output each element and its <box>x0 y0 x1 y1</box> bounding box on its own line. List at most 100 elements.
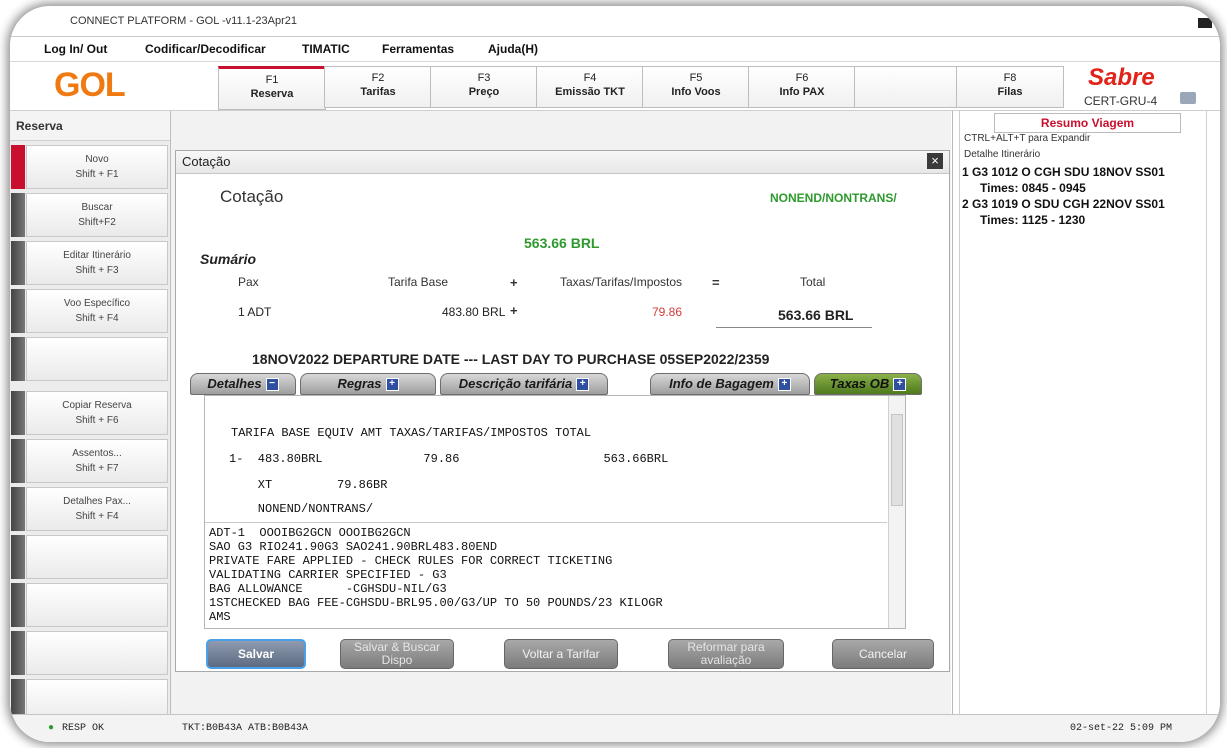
button-label: Salvar & Buscar Dispo <box>353 640 441 667</box>
tab-tarifas[interactable]: F2 Tarifas <box>324 66 432 108</box>
sidebar-item-novo[interactable]: Novo Shift + F1 <box>11 145 168 189</box>
itinerary-subtitle: Detalhe Itinerário <box>964 149 1041 160</box>
back-to-pricing-button[interactable]: Voltar a Tarifar <box>504 639 618 669</box>
tab-regras[interactable]: Regras + <box>300 373 436 395</box>
row-total: 563.66 BRL <box>778 307 854 323</box>
app-window: CONNECT PLATFORM - GOL -v11.1-23Apr21 Lo… <box>10 6 1220 742</box>
sidebar-item-shortcut: Shift + F1 <box>75 169 119 180</box>
fkey-code: F1 <box>265 74 279 86</box>
menu-ferramentas[interactable]: Ferramentas <box>382 42 454 56</box>
row-taxes: 79.86 <box>652 305 683 319</box>
menu-codificar[interactable]: Codificar/Decodificar <box>145 42 266 56</box>
detail-line: ADT-1 OOOIBG2GCN OOOIBG2GCN <box>209 526 411 540</box>
sidebar-item-label: Assentos... <box>72 448 122 459</box>
sidebar-item-detalhes-pax[interactable]: Detalhes Pax... Shift + F4 <box>11 487 168 531</box>
menu-timatic[interactable]: TIMATIC <box>302 42 350 56</box>
fkey-label: Info PAX <box>779 86 825 98</box>
button-label: Voltar a Tarifar <box>522 646 600 661</box>
segment-times: Times: 1125 - 1230 <box>980 213 1086 227</box>
tab-descricao-tarifaria[interactable]: Descrição tarifária + <box>440 373 608 395</box>
row-base: 483.80 BRL <box>442 305 506 319</box>
button-label: Cancelar <box>858 646 908 661</box>
dialog-title: Cotação <box>182 154 231 169</box>
save-and-search-button[interactable]: Salvar & Buscar Dispo <box>340 639 454 669</box>
gol-logo: GOL <box>54 66 126 104</box>
sidebar-item-empty[interactable] <box>11 337 168 381</box>
vertical-scrollbar[interactable] <box>888 396 905 628</box>
tab-taxas-ob[interactable]: Taxas OB + <box>814 373 922 395</box>
fkey-code: F2 <box>371 72 385 84</box>
fkey-code: F8 <box>1003 72 1017 84</box>
sidebar-item-shortcut: Shift + F7 <box>75 463 119 474</box>
sidebar-item-shortcut: Shift + F4 <box>75 313 119 324</box>
reformat-button[interactable]: Reformar para avaliação <box>668 639 784 669</box>
datetime: 02-set-22 5:09 PM <box>1070 723 1173 734</box>
ticket-status: TKT:B0B43A ATB:B0B43A <box>182 723 309 734</box>
fare-line: NONEND/NONTRANS/ <box>229 502 374 516</box>
window-control-icon[interactable] <box>1198 18 1212 28</box>
status-bar: ● RESP OK TKT:B0B43A ATB:B0B43A 02-set-2… <box>10 714 1220 742</box>
sidebar-title: Reserva <box>10 111 170 141</box>
fkey-label: Preço <box>468 86 500 98</box>
restriction-label: NONEND/NONTRANS/ <box>770 191 897 205</box>
sidebar-item-empty[interactable] <box>11 535 168 579</box>
sidebar-item-shortcut: Shift + F6 <box>75 415 119 426</box>
fkey-label: Reserva <box>250 88 294 100</box>
segment-line[interactable]: 2 G3 1019 O SDU CGH 22NOV SS01 <box>962 197 1165 211</box>
fkey-code: F5 <box>689 72 703 84</box>
summary-title[interactable]: Resumo Viagem <box>994 113 1181 133</box>
col-pax: Pax <box>238 275 259 289</box>
sidebar-item-empty[interactable] <box>11 583 168 627</box>
collapse-icon: − <box>265 378 279 392</box>
close-icon[interactable]: × <box>927 153 943 169</box>
tab-info-bagagem[interactable]: Info de Bagagem + <box>650 373 810 395</box>
dialog-titlebar: Cotação × <box>176 151 949 174</box>
detail-line: BAG ALLOWANCE -CGHSDU-NIL/G3 <box>209 582 447 596</box>
equals-sign: = <box>712 275 720 290</box>
sidebar-item-label: Copiar Reserva <box>62 400 132 411</box>
sidebar-item-empty[interactable] <box>11 631 168 675</box>
save-button[interactable]: Salvar <box>206 639 306 669</box>
section-divider <box>205 522 887 523</box>
trip-summary-panel: Resumo Viagem CTRL+ALT+T para Expandir D… <box>952 111 1220 742</box>
sidebar-item-label: Novo <box>85 154 109 165</box>
row-pax: 1 ADT <box>238 305 272 319</box>
tab-filas[interactable]: F8 Filas <box>956 66 1064 108</box>
grand-total: 563.66 BRL <box>524 235 600 251</box>
tab-info-pax[interactable]: F6 Info PAX <box>748 66 856 108</box>
cancel-button[interactable]: Cancelar <box>832 639 934 669</box>
tab-label: Detalhes <box>207 376 262 391</box>
sidebar-item-copiar-reserva[interactable]: Copiar Reserva Shift + F6 <box>11 391 168 435</box>
trip-summary-inner: Resumo Viagem CTRL+ALT+T para Expandir D… <box>959 111 1207 742</box>
sidebar-item-label: Voo Específico <box>63 298 131 309</box>
segment-line[interactable]: 1 G3 1012 O CGH SDU 18NOV SS01 <box>962 165 1165 179</box>
detail-line: PRIVATE FARE APPLIED - CHECK RULES FOR C… <box>209 554 613 568</box>
tab-detalhes[interactable]: Detalhes − <box>190 373 296 395</box>
tab-emissao-tkt[interactable]: F4 Emissão TKT <box>536 66 644 108</box>
tab-label: Info de Bagagem <box>669 376 774 391</box>
col-total: Total <box>800 275 826 289</box>
sidebar-item-buscar[interactable]: Buscar Shift+F2 <box>11 193 168 237</box>
tab-preco[interactable]: F3 Preço <box>430 66 538 108</box>
sidebar-item-voo-especifico[interactable]: Voo Específico Shift + F4 <box>11 289 168 333</box>
window-titlebar: CONNECT PLATFORM - GOL -v11.1-23Apr21 <box>10 6 1220 37</box>
printer-icon[interactable] <box>1180 92 1196 104</box>
fare-details-pane[interactable]: TARIFA BASE EQUIV AMT TAXAS/TARIFAS/IMPO… <box>204 395 906 629</box>
tab-reserva[interactable]: F1 Reserva <box>218 66 326 110</box>
row-plus: + <box>510 303 518 318</box>
scrollbar-thumb[interactable] <box>891 414 903 506</box>
menu-login[interactable]: Log In/ Out <box>44 42 107 56</box>
col-taxes: Taxas/Tarifas/Impostos <box>560 275 683 289</box>
fkey-label: Filas <box>997 86 1023 98</box>
function-toolbar: GOL F1 Reserva F2 Tarifas F3 Preço F4 Em… <box>10 62 1220 111</box>
tab-info-voos[interactable]: F5 Info Voos <box>642 66 750 108</box>
menu-ajuda[interactable]: Ajuda(H) <box>488 42 538 56</box>
sabre-logo: Sabre <box>1088 64 1155 91</box>
sidebar-item-editar-itinerario[interactable]: Editar Itinerário Shift + F3 <box>11 241 168 285</box>
sidebar-item-assentos[interactable]: Assentos... Shift + F7 <box>11 439 168 483</box>
sidebar-item-shortcut: Shift + F3 <box>75 265 119 276</box>
sidebar: Reserva Novo Shift + F1 Buscar Shift+F2 … <box>10 111 171 742</box>
purchase-deadline: 18NOV2022 DEPARTURE DATE --- LAST DAY TO… <box>252 351 770 367</box>
fare-line: TARIFA BASE EQUIV AMT TAXAS/TARIFAS/IMPO… <box>231 426 592 440</box>
sidebar-item-label: Editar Itinerário <box>63 250 131 261</box>
